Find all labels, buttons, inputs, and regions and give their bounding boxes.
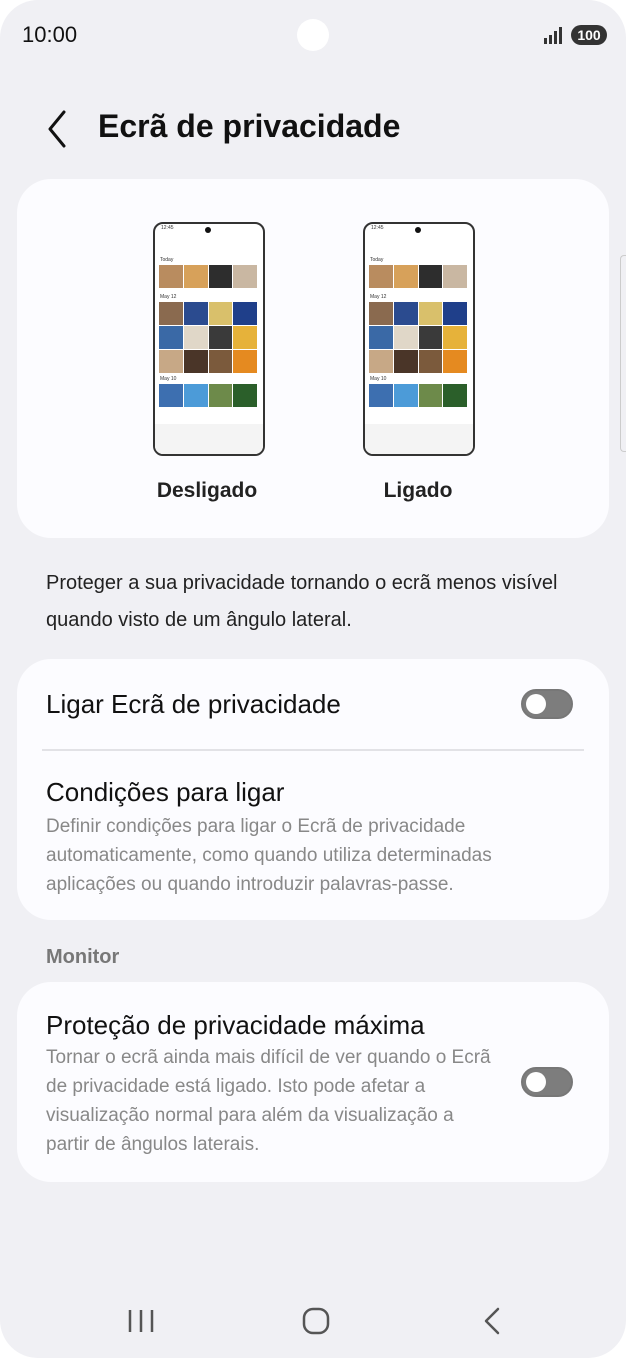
back-button[interactable] [38,106,78,150]
mini-may12: May 12 [370,294,387,300]
section-label-monitor: Monitor [46,946,120,968]
mini-may10: May 10 [160,376,177,382]
mini-grid-main [159,302,257,373]
status-bar: 10:00 100 [0,0,626,72]
toggle-knob [526,1072,546,1092]
max-protection-toggle[interactable] [521,1067,573,1097]
scroll-indicator [620,255,626,452]
recents-icon [128,1310,154,1332]
max-protection-row[interactable]: Proteção de privacidade máxima Tornar o … [17,982,609,1182]
mini-grid-top [159,265,257,288]
mini-grid-bottom [159,384,257,407]
home-icon [302,1307,330,1335]
mini-today: Today [160,257,174,263]
toggle-knob [526,694,546,714]
page-title: Ecrã de privacidade [98,108,401,144]
navigation-bar [0,1290,626,1350]
settings-card: Ligar Ecrã de privacidade Condições para… [17,659,609,920]
mini-may12: May 12 [160,294,177,300]
preview-card: 12:45 Today May 12 May 10 Desligado 12:4… [17,179,609,538]
max-protection-subtitle: Tornar o ecrã ainda mais difícil de ver … [46,1047,491,1155]
preview-phone-off: 12:45 Today May 12 May 10 [153,222,265,456]
privacy-screen-toggle[interactable] [521,689,573,719]
status-time: 10:00 [22,22,78,47]
mini-grid-bottom [369,384,467,407]
camera-cutout [297,19,329,51]
preview-off-label: Desligado [156,479,258,502]
phone-screen: 10:00 100 Ecrã de privacidade 12:45 Toda… [0,0,626,1358]
preview-phone-on: 12:45 Today May 12 May 10 [363,222,475,456]
max-protection-title: Proteção de privacidade máxima [46,1010,425,1040]
home-button[interactable] [286,1290,346,1350]
preview-on-label: Ligado [383,479,453,502]
privacy-toggle-row[interactable]: Ligar Ecrã de privacidade [17,659,609,749]
battery-indicator: 100 [571,25,607,45]
privacy-toggle-label: Ligar Ecrã de privacidade [46,689,341,719]
mini-nav [365,424,473,454]
nav-back-button[interactable] [462,1290,522,1350]
battery-level: 100 [577,27,601,43]
mini-status: 12:45 [155,224,263,234]
back-icon [484,1307,500,1335]
mini-today: Today [370,257,384,263]
monitor-card: Proteção de privacidade máxima Tornar o … [17,982,609,1182]
mini-grid-main [369,302,467,373]
mini-status: 12:45 [365,224,473,234]
mini-nav [155,424,263,454]
recents-button[interactable] [112,1290,172,1350]
mini-may10: May 10 [370,376,387,382]
conditions-row[interactable]: Condições para ligar Definir condições p… [17,751,609,920]
chevron-left-icon [48,110,66,148]
conditions-title: Condições para ligar [46,777,285,807]
conditions-subtitle: Definir condições para ligar o Ecrã de p… [46,816,492,895]
page-header: Ecrã de privacidade [0,100,626,160]
description-text: Proteger a sua privacidade tornando o ec… [46,572,558,631]
mini-grid-top [369,265,467,288]
signal-icon [544,27,562,44]
